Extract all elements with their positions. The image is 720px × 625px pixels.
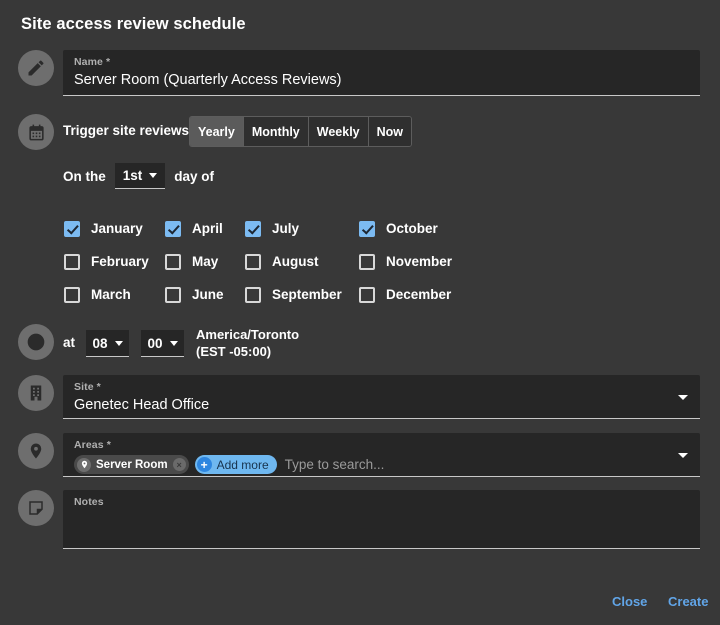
timezone-name: America/Toronto bbox=[196, 327, 300, 342]
note-icon bbox=[18, 490, 54, 526]
day-of-month-select[interactable]: 1st bbox=[114, 163, 166, 189]
calendar-icon bbox=[18, 114, 54, 150]
chevron-down-icon bbox=[169, 340, 178, 346]
dialog-site-access-review-schedule: Site access review schedule Name * Serve… bbox=[0, 0, 720, 625]
trigger-frequency-segmented-control[interactable]: Yearly Monthly Weekly Now bbox=[189, 116, 413, 147]
months-row-3: March June September December bbox=[64, 278, 524, 311]
month-label: June bbox=[192, 287, 224, 302]
checkbox-icon[interactable] bbox=[359, 220, 375, 237]
checkbox-icon[interactable] bbox=[64, 253, 80, 270]
area-chip-remove-icon[interactable]: × bbox=[172, 458, 186, 471]
areas-search-input[interactable]: Type to search... bbox=[285, 457, 385, 472]
month-checkbox-april[interactable]: April bbox=[165, 220, 245, 237]
month-label: November bbox=[386, 254, 453, 269]
month-checkbox-september[interactable]: September bbox=[245, 286, 359, 303]
name-field-label: Name * bbox=[74, 56, 111, 68]
areas-field-label: Areas * bbox=[74, 439, 111, 451]
chevron-down-icon bbox=[149, 173, 158, 178]
minute-value: 00 bbox=[147, 335, 163, 351]
hour-select[interactable]: 08 bbox=[86, 330, 129, 357]
on-the-label: On the bbox=[63, 168, 106, 184]
page-title: Site access review schedule bbox=[21, 15, 246, 33]
site-field[interactable]: Site * Genetec Head Office bbox=[63, 375, 700, 419]
day-of-month-row: On the 1st day of bbox=[63, 163, 214, 189]
add-more-areas-button[interactable]: + Add more bbox=[194, 455, 277, 474]
month-label: February bbox=[91, 254, 149, 269]
areas-field[interactable]: Areas * Server Room × + Add more Type to… bbox=[63, 433, 700, 477]
building-icon bbox=[18, 375, 54, 411]
checkbox-icon[interactable] bbox=[165, 220, 181, 237]
trigger-option-weekly[interactable]: Weekly bbox=[308, 117, 369, 146]
checkbox-icon[interactable] bbox=[64, 286, 80, 303]
checkbox-icon[interactable] bbox=[245, 220, 261, 237]
checkbox-icon[interactable] bbox=[64, 220, 80, 237]
name-field[interactable]: Name * Server Room (Quarterly Access Rev… bbox=[63, 50, 700, 96]
at-label: at bbox=[63, 335, 76, 350]
months-row-2: February May August November bbox=[64, 245, 524, 278]
plus-icon: + bbox=[196, 457, 212, 472]
months-row-1: January April July October bbox=[64, 212, 524, 245]
month-label: December bbox=[386, 287, 452, 302]
month-checkbox-january[interactable]: January bbox=[64, 220, 165, 237]
trigger-option-yearly[interactable]: Yearly bbox=[190, 117, 244, 146]
month-checkbox-november[interactable]: November bbox=[359, 253, 469, 270]
month-label: March bbox=[91, 287, 131, 302]
area-chip-server-room[interactable]: Server Room × bbox=[74, 455, 189, 474]
month-label: August bbox=[272, 254, 319, 269]
timezone-offset: (EST -05:00) bbox=[196, 344, 272, 359]
month-checkbox-october[interactable]: October bbox=[359, 220, 469, 237]
chevron-down-icon[interactable] bbox=[678, 452, 688, 458]
areas-chip-list: Server Room × + Add more Type to search.… bbox=[74, 455, 384, 474]
clock-icon bbox=[18, 324, 54, 360]
close-button[interactable]: Close bbox=[612, 594, 647, 609]
trigger-option-monthly[interactable]: Monthly bbox=[243, 117, 309, 146]
month-checkbox-december[interactable]: December bbox=[359, 286, 469, 303]
checkbox-icon[interactable] bbox=[245, 253, 261, 270]
checkbox-icon[interactable] bbox=[165, 253, 181, 270]
area-chip-label: Server Room bbox=[96, 458, 168, 471]
pencil-icon bbox=[18, 50, 54, 86]
month-checkbox-july[interactable]: July bbox=[245, 220, 359, 237]
name-field-value: Server Room (Quarterly Access Reviews) bbox=[74, 72, 342, 88]
month-label: April bbox=[192, 221, 223, 236]
trigger-option-now[interactable]: Now bbox=[368, 117, 412, 146]
hour-value: 08 bbox=[92, 335, 108, 351]
month-label: January bbox=[91, 221, 143, 236]
month-checkbox-february[interactable]: February bbox=[64, 253, 165, 270]
notes-field[interactable]: Notes bbox=[63, 490, 700, 549]
month-label: May bbox=[192, 254, 219, 269]
site-field-label: Site * bbox=[74, 381, 101, 393]
checkbox-icon[interactable] bbox=[245, 286, 261, 303]
checkbox-icon[interactable] bbox=[359, 286, 375, 303]
minute-select[interactable]: 00 bbox=[141, 330, 184, 357]
location-pin-icon bbox=[77, 457, 91, 472]
create-button[interactable]: Create bbox=[668, 594, 708, 609]
day-of-month-value: 1st bbox=[122, 168, 143, 183]
trigger-site-reviews-label: Trigger site reviews bbox=[63, 123, 190, 138]
month-checkbox-may[interactable]: May bbox=[165, 253, 245, 270]
checkbox-icon[interactable] bbox=[165, 286, 181, 303]
add-more-label: Add more bbox=[216, 457, 269, 472]
day-of-suffix-label: day of bbox=[174, 168, 215, 184]
month-label: July bbox=[272, 221, 300, 236]
month-label: September bbox=[272, 287, 342, 302]
month-checkbox-august[interactable]: August bbox=[245, 253, 359, 270]
notes-field-label: Notes bbox=[74, 496, 104, 508]
chevron-down-icon bbox=[114, 340, 123, 346]
month-checkbox-june[interactable]: June bbox=[165, 286, 245, 303]
months-grid: January April July October February May … bbox=[64, 212, 524, 311]
location-pin-icon bbox=[18, 433, 54, 469]
checkbox-icon[interactable] bbox=[359, 253, 375, 270]
month-checkbox-march[interactable]: March bbox=[64, 286, 165, 303]
timezone-display: America/Toronto (EST -05:00) bbox=[196, 326, 299, 360]
chevron-down-icon[interactable] bbox=[678, 394, 688, 400]
month-label: October bbox=[386, 221, 438, 236]
site-field-value: Genetec Head Office bbox=[74, 397, 210, 413]
